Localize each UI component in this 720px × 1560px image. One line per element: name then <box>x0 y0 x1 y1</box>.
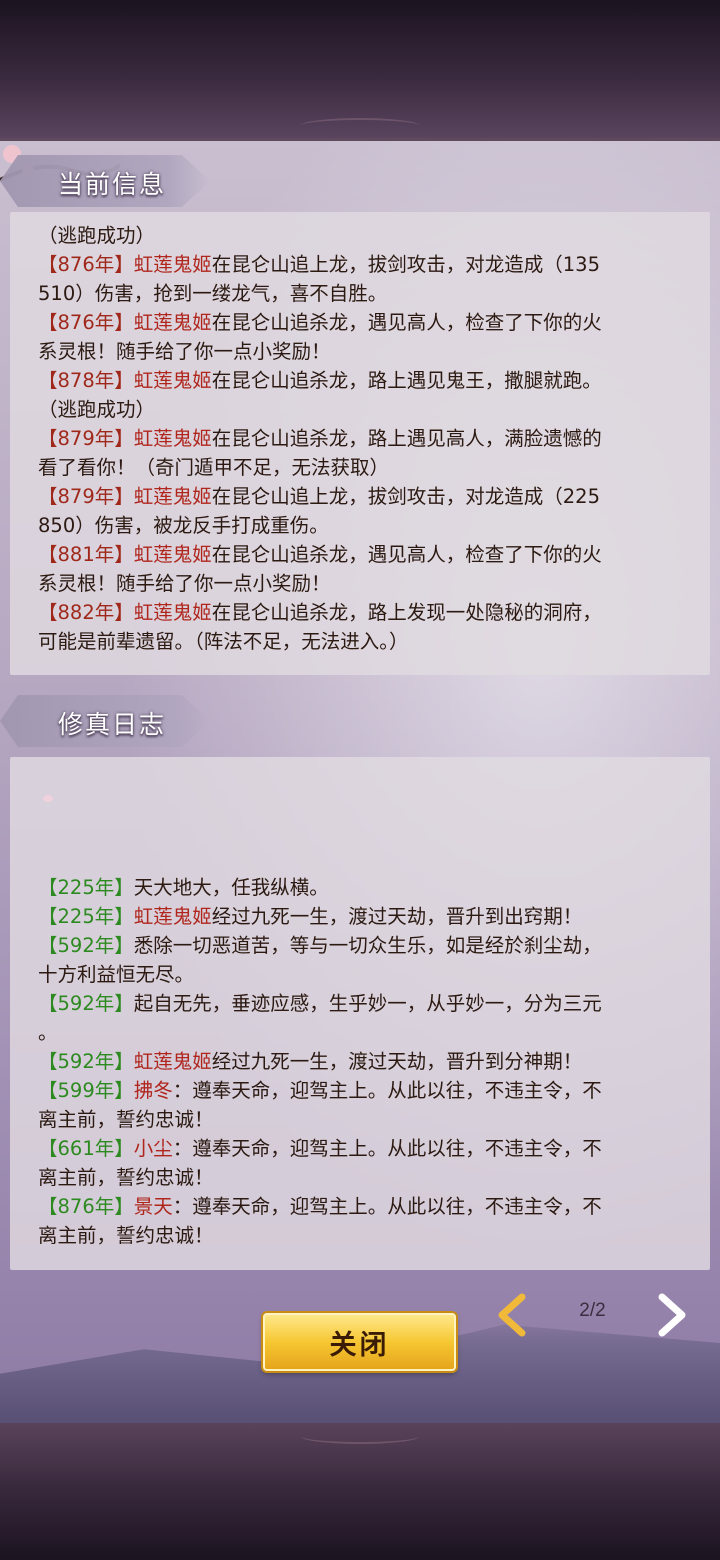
log-line: 【599年】拂冬：遵奉天命，迎驾主上。从此以往，不违主令，不 <box>38 1076 690 1105</box>
log-year: 【882年】 <box>38 601 134 624</box>
log-text: 悉除一切恶道苦，等与一切众生乐，如是经於刹尘劫， <box>133 934 602 957</box>
log-year: 【879年】 <box>38 427 134 450</box>
log-text: （逃跑成功） <box>38 224 156 247</box>
cultivation-log-title: 修真日志 <box>58 710 167 739</box>
log-line: 【225年】天大地大，任我纵横。 <box>38 873 690 902</box>
log-line: 离主前，誓约忠诚！ <box>38 1105 690 1134</box>
current-info-title: 当前信息 <box>58 170 167 199</box>
log-line: 【882年】虹莲鬼姬在昆仑山追杀龙，路上发现一处隐秘的洞府， <box>38 598 690 627</box>
log-year: 【599年】 <box>38 1079 134 1102</box>
log-line: （逃跑成功） <box>38 221 690 250</box>
log-line: 【592年】悉除一切恶道苦，等与一切众生乐，如是经於刹尘劫， <box>38 931 690 960</box>
log-year: 【225年】 <box>38 876 134 899</box>
log-line: （逃跑成功） <box>38 395 690 424</box>
log-text: 在昆仑山追上龙，拔剑攻击，对龙造成（225 <box>211 485 600 508</box>
log-text: 天大地大，任我纵横。 <box>133 876 329 899</box>
page-indicator: 2/2 <box>579 1300 606 1321</box>
log-text: （逃跑成功） <box>38 398 156 421</box>
log-year: 【876年】 <box>38 1195 134 1218</box>
log-year: 【881年】 <box>38 543 134 566</box>
log-text: 离主前，誓约忠诚！ <box>38 1224 214 1247</box>
log-year: 【225年】 <box>38 905 134 928</box>
character-name: 虹莲鬼姬 <box>133 253 212 276</box>
log-text: 十方利益恒无尽。 <box>38 963 195 986</box>
log-text: 在昆仑山追杀龙，路上遇见鬼王，撒腿就跑。 <box>211 369 602 392</box>
log-text: ：遵奉天命，迎驾主上。从此以往，不违主令，不 <box>172 1079 602 1102</box>
log-line: 离主前，誓约忠诚！ <box>38 1163 690 1192</box>
log-year: 【661年】 <box>38 1137 134 1160</box>
current-info-log: （逃跑成功） 【876年】虹莲鬼姬在昆仑山追上龙，拔剑攻击，对龙造成（135 510… <box>38 221 690 656</box>
character-name: 虹莲鬼姬 <box>133 905 212 928</box>
log-line: 【881年】虹莲鬼姬在昆仑山追杀龙，遇见高人，检查了下你的火 <box>38 540 690 569</box>
character-name: 虹莲鬼姬 <box>133 543 212 566</box>
log-text: 在昆仑山追杀龙，遇见高人，检查了下你的火 <box>211 543 602 566</box>
log-text: 可能是前辈遗留。（阵法不足，无法进入。） <box>38 630 409 653</box>
frame-ornament-bottom <box>300 1428 420 1444</box>
log-text: 在昆仑山追杀龙，遇见高人，检查了下你的火 <box>211 311 602 334</box>
log-line: 十方利益恒无尽。 <box>38 960 690 989</box>
character-name: 小尘 <box>133 1137 173 1160</box>
log-text: 经过九死一生，渡过天劫，晋升到出窍期！ <box>211 905 583 928</box>
chevron-right-icon[interactable] <box>650 1293 694 1337</box>
close-button[interactable]: 关闭 <box>263 1313 456 1371</box>
character-name: 景天 <box>133 1195 173 1218</box>
log-text: ：遵奉天命，迎驾主上。从此以往，不违主令，不 <box>172 1137 602 1160</box>
log-line: 【879年】虹莲鬼姬在昆仑山追上龙，拔剑攻击，对龙造成（225 <box>38 482 690 511</box>
log-text: ：遵奉天命，迎驾主上。从此以往，不违主令，不 <box>172 1195 602 1218</box>
log-line: 【225年】虹莲鬼姬经过九死一生，渡过天劫，晋升到出窍期！ <box>38 902 690 931</box>
log-line: 【878年】虹莲鬼姬在昆仑山追杀龙，路上遇见鬼王，撒腿就跑。 <box>38 366 690 395</box>
log-text: 在昆仑山追上龙，拔剑攻击，对龙造成（135 <box>211 253 600 276</box>
log-line: 【876年】虹莲鬼姬在昆仑山追上龙，拔剑攻击，对龙造成（135 <box>38 250 690 279</box>
frame-ornament-top <box>300 118 420 134</box>
log-line: 【661年】小尘：遵奉天命，迎驾主上。从此以往，不违主令，不 <box>38 1134 690 1163</box>
log-text: 经过九死一生，渡过天劫，晋升到分神期！ <box>211 1050 583 1073</box>
log-year: 【876年】 <box>38 311 134 334</box>
log-text: 在昆仑山追杀龙，路上发现一处隐秘的洞府， <box>211 601 602 624</box>
log-line: 。 <box>38 1018 690 1047</box>
log-year: 【592年】 <box>38 1050 134 1073</box>
log-line: 【592年】起自无先，垂迹应感，生乎妙一，从乎妙一，分为三元 <box>38 989 690 1018</box>
log-year: 【592年】 <box>38 934 134 957</box>
log-line: 看了看你！（奇门遁甲不足，无法获取） <box>38 453 690 482</box>
log-line: 可能是前辈遗留。（阵法不足，无法进入。） <box>38 627 690 656</box>
character-name: 虹莲鬼姬 <box>133 369 212 392</box>
log-line: 系灵根！随手给了你一点小奖励！ <box>38 337 690 366</box>
character-name: 虹莲鬼姬 <box>133 601 212 624</box>
log-year: 【876年】 <box>38 253 134 276</box>
log-line: 850）伤害，被龙反手打成重伤。 <box>38 511 690 540</box>
petal-decoration <box>43 795 53 802</box>
log-line: 系灵根！随手给了你一点小奖励！ <box>38 569 690 598</box>
chevron-left-icon[interactable] <box>490 1293 534 1337</box>
log-text: 在昆仑山追杀龙，路上遇见高人，满脸遗憾的 <box>211 427 602 450</box>
log-text: 。 <box>38 1021 58 1044</box>
log-line: 【879年】虹莲鬼姬在昆仑山追杀龙，路上遇见高人，满脸遗憾的 <box>38 424 690 453</box>
character-name: 虹莲鬼姬 <box>133 1050 212 1073</box>
log-text: 离主前，誓约忠诚！ <box>38 1108 214 1131</box>
character-name: 虹莲鬼姬 <box>133 427 212 450</box>
log-line: 510）伤害，抢到一缕龙气，喜不自胜。 <box>38 279 690 308</box>
log-line: 【592年】虹莲鬼姬经过九死一生，渡过天劫，晋升到分神期！ <box>38 1047 690 1076</box>
character-name: 虹莲鬼姬 <box>133 485 212 508</box>
log-line: 离主前，誓约忠诚！ <box>38 1221 690 1250</box>
log-text: 850）伤害，被龙反手打成重伤。 <box>38 514 329 537</box>
log-text: 510）伤害，抢到一缕龙气，喜不自胜。 <box>38 282 388 305</box>
log-line: 【876年】虹莲鬼姬在昆仑山追杀龙，遇见高人，检查了下你的火 <box>38 308 690 337</box>
log-text: 系灵根！随手给了你一点小奖励！ <box>38 572 331 595</box>
log-year: 【878年】 <box>38 369 134 392</box>
log-text: 看了看你！（奇门遁甲不足，无法获取） <box>38 456 390 479</box>
character-name: 虹莲鬼姬 <box>133 311 212 334</box>
log-year: 【592年】 <box>38 992 134 1015</box>
character-name: 拂冬 <box>133 1079 173 1102</box>
log-text: 离主前，誓约忠诚！ <box>38 1166 214 1189</box>
log-line: 【876年】景天：遵奉天命，迎驾主上。从此以往，不违主令，不 <box>38 1192 690 1221</box>
log-text: 起自无先，垂迹应感，生乎妙一，从乎妙一，分为三元 <box>133 992 602 1015</box>
log-text: 系灵根！随手给了你一点小奖励！ <box>38 340 331 363</box>
log-year: 【879年】 <box>38 485 134 508</box>
cultivation-log-list: 【225年】天大地大，任我纵横。 【225年】虹莲鬼姬经过九死一生，渡过天劫，晋升… <box>38 873 690 1250</box>
